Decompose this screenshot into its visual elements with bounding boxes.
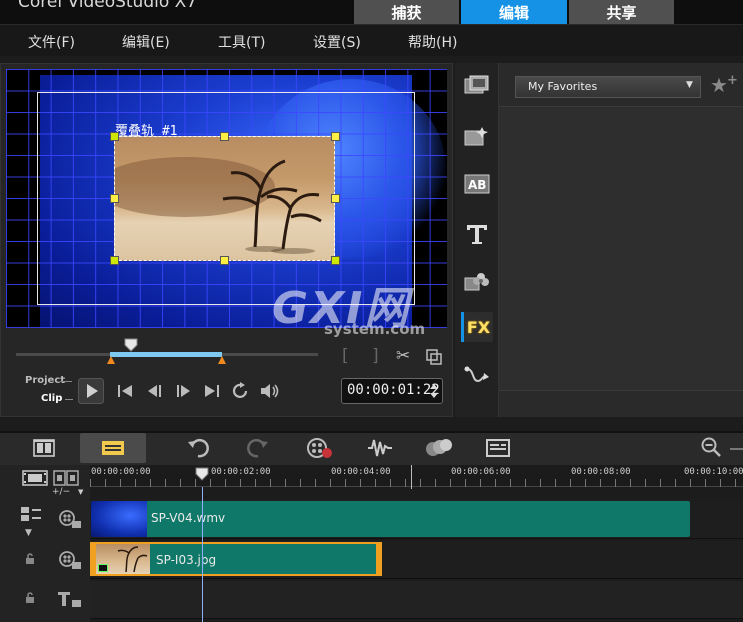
resize-handle-bottom-left[interactable] <box>110 256 119 265</box>
ruler-label: 00:00:04:00 <box>331 467 391 477</box>
scrubber-knob-icon[interactable] <box>124 338 138 352</box>
image-clip-badge-icon <box>98 564 108 572</box>
clip-name: SP-I03.jpg <box>156 553 217 567</box>
library-panel <box>499 63 743 417</box>
ruler-ticks <box>90 479 743 487</box>
add-favorite-icon[interactable]: ★ <box>710 73 728 97</box>
next-frame-icon[interactable] <box>173 383 193 399</box>
tab-capture[interactable]: 捕获 <box>354 0 459 24</box>
redo-icon[interactable] <box>246 436 270 460</box>
plus-icon: + <box>727 73 738 88</box>
lock-icon[interactable] <box>24 592 36 604</box>
menu-settings[interactable]: 设置(S) <box>313 32 361 52</box>
chevron-down-icon: ▼ <box>78 488 84 496</box>
auto-music-icon[interactable] <box>424 436 454 460</box>
clip-trim-handle-left[interactable] <box>90 542 96 576</box>
transition-icon[interactable]: AB <box>461 168 493 200</box>
filmstrip-icon[interactable] <box>22 470 48 486</box>
go-to-start-icon[interactable] <box>116 383 134 399</box>
split-clip-icon[interactable]: ✂ <box>396 346 410 366</box>
overlay-track-icon <box>59 551 81 569</box>
playhead-icon[interactable] <box>195 467 209 481</box>
ruler-label: 00:00:00:00 <box>91 467 151 477</box>
undo-icon[interactable] <box>186 436 210 460</box>
ruler-label: 00:00:06:00 <box>451 467 511 477</box>
overlay-clip[interactable]: SP-I03.jpg <box>90 542 382 576</box>
repeat-icon[interactable] <box>231 382 251 400</box>
ruler-label: 00:00:10:00 <box>684 467 743 477</box>
title-track-icon <box>58 592 81 607</box>
library-footer <box>499 390 743 417</box>
tree-image <box>222 159 322 254</box>
resize-handle-top-left[interactable] <box>110 132 119 141</box>
clip-mode-label[interactable]: Clip <box>41 393 62 404</box>
library-folder-select[interactable]: My Favorites <box>515 76 701 98</box>
fx-icon: FX <box>466 317 491 337</box>
resize-handle-top[interactable] <box>220 132 229 141</box>
ruler-label: 00:00:02:00 <box>211 467 271 477</box>
svg-text:AB: AB <box>468 178 486 192</box>
sound-mixer-icon[interactable] <box>366 436 394 460</box>
tab-edit[interactable]: 编辑 <box>461 0 567 24</box>
chevron-down-icon: ▼ <box>686 80 693 90</box>
fx-filter-button[interactable]: FX <box>461 312 493 342</box>
resize-handle-bottom[interactable] <box>220 256 229 265</box>
menu-edit[interactable]: 编辑(E) <box>122 32 170 52</box>
timecode-stepper-icon[interactable] <box>428 381 440 401</box>
ripple-edit-icon[interactable] <box>20 506 42 522</box>
add-remove-track-label[interactable]: +/− <box>52 487 70 497</box>
path-icon[interactable] <box>461 360 493 392</box>
title-icon[interactable] <box>461 218 493 250</box>
instant-project-icon[interactable] <box>461 120 493 152</box>
enlarge-preview-icon[interactable] <box>425 348 443 366</box>
mark-out-button[interactable]: ] <box>372 346 379 366</box>
project-end-marker <box>411 465 412 489</box>
subtitle-editor-icon[interactable] <box>484 436 512 460</box>
menu-bar <box>0 24 743 56</box>
menu-help[interactable]: 帮助(H) <box>408 32 457 52</box>
overlay-clip-preview[interactable] <box>114 136 335 261</box>
video-clip[interactable]: SP-V04.wmv <box>91 501 690 537</box>
tab-share[interactable]: 共享 <box>569 0 674 24</box>
graphic-icon[interactable] <box>461 264 493 296</box>
play-icon[interactable] <box>78 378 104 404</box>
chevron-down-icon[interactable]: ▼ <box>25 528 32 538</box>
mode-divider <box>60 381 72 382</box>
media-icon[interactable] <box>461 70 493 102</box>
clip-trim-handle-right[interactable] <box>376 542 382 576</box>
trim-range <box>110 352 222 357</box>
playhead-line <box>202 487 203 622</box>
timeline-view-icon <box>102 441 124 455</box>
ruler-label: 00:00:08:00 <box>571 467 631 477</box>
clip-name: SP-V04.wmv <box>151 511 226 525</box>
resize-handle-bottom-right[interactable] <box>331 256 340 265</box>
trim-out-marker-icon[interactable] <box>217 355 227 365</box>
app-title: Corel VideoStudio X7 <box>18 0 198 12</box>
timeline-view-button[interactable] <box>80 433 146 463</box>
go-to-end-icon[interactable] <box>203 383 221 399</box>
clip-thumbnail <box>96 544 150 574</box>
mode-divider <box>65 399 73 400</box>
trim-in-marker-icon[interactable] <box>106 355 116 365</box>
menu-tools[interactable]: 工具(T) <box>218 32 265 52</box>
watermark-domain: system.com <box>324 320 426 338</box>
volume-icon[interactable] <box>259 382 281 400</box>
record-capture-icon[interactable] <box>306 436 334 460</box>
resize-handle-right[interactable] <box>331 194 340 203</box>
title-track[interactable] <box>90 581 743 619</box>
lock-icon[interactable] <box>24 553 36 565</box>
storyboard-view-icon[interactable] <box>14 435 74 462</box>
resize-handle-top-right[interactable] <box>331 132 340 141</box>
track-manager-icon[interactable] <box>53 470 79 486</box>
menu-file[interactable]: 文件(F) <box>28 32 75 52</box>
clip-thumbnail <box>91 501 147 537</box>
previous-frame-icon[interactable] <box>145 383 165 399</box>
zoom-slider[interactable] <box>730 448 743 450</box>
zoom-out-icon[interactable] <box>700 436 722 458</box>
overlay-track-label: 覆叠轨 #1 <box>115 124 178 139</box>
video-track-icon <box>59 510 81 528</box>
resize-handle-left[interactable] <box>110 194 119 203</box>
mark-in-button[interactable]: [ <box>342 346 349 366</box>
